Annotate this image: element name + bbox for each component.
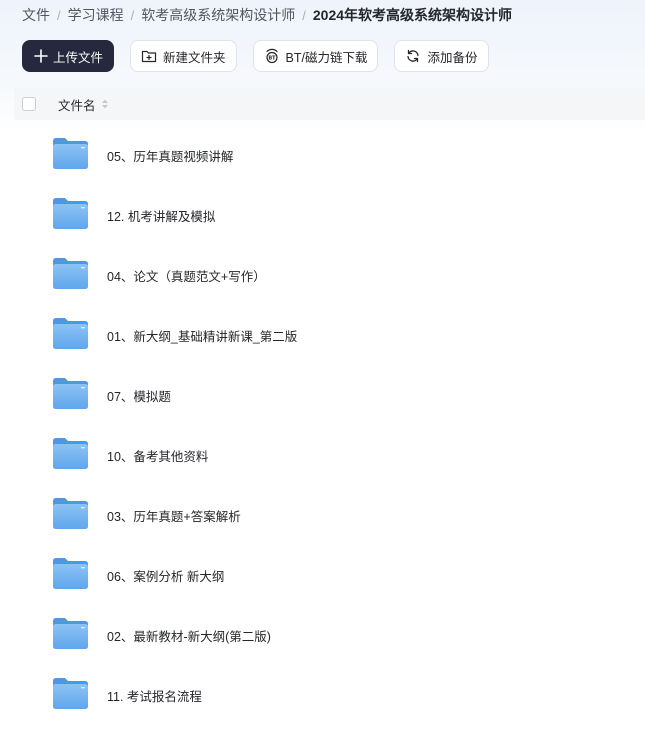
folder-row[interactable]: 02、最新教材-新大纲(第二版) — [0, 604, 645, 664]
plus-icon — [33, 48, 49, 64]
folder-icon[interactable] — [52, 257, 89, 290]
folder-name[interactable]: 12. 机考讲解及模拟 — [107, 206, 215, 225]
toolbar: 上传文件 新建文件夹 BT BT/磁力链下载 添加备份 — [22, 40, 489, 72]
breadcrumb-current: 2024年软考高级系统架构设计师 — [312, 7, 513, 23]
file-manager-page: 文件 / 学习课程 / 软考高级系统架构设计师 / 2024年软考高级系统架构设… — [0, 0, 645, 735]
folder-name[interactable]: 11. 考试报名流程 — [107, 686, 202, 705]
bt-button-label: BT/磁力链下载 — [285, 50, 368, 65]
breadcrumb-item-architect[interactable]: 软考高级系统架构设计师 — [141, 5, 295, 25]
breadcrumb-item-files[interactable]: 文件 — [22, 5, 50, 25]
new-folder-icon — [141, 48, 157, 64]
folder-row[interactable]: 05、历年真题视频讲解 — [0, 124, 645, 184]
breadcrumb-separator: / — [130, 7, 135, 23]
folder-icon[interactable] — [52, 197, 89, 230]
folder-row[interactable]: 07、模拟题 — [0, 364, 645, 424]
folder-icon[interactable] — [52, 617, 89, 650]
column-header-name-label: 文件名 — [58, 98, 96, 113]
column-header-name[interactable]: 文件名 — [58, 95, 109, 114]
folder-name[interactable]: 03、历年真题+答案解析 — [107, 506, 241, 525]
list-header: 文件名 — [14, 88, 645, 120]
add-backup-button-label: 添加备份 — [427, 50, 478, 65]
bt-icon: BT — [264, 48, 280, 64]
folder-name[interactable]: 02、最新教材-新大纲(第二版) — [107, 626, 271, 645]
sync-icon — [405, 48, 421, 64]
folder-row[interactable]: 10、备考其他资料 — [0, 424, 645, 484]
folder-row[interactable]: 12. 机考讲解及模拟 — [0, 184, 645, 244]
breadcrumb-separator: / — [302, 7, 306, 23]
select-all-checkbox[interactable] — [22, 97, 36, 111]
folder-name[interactable]: 06、案例分析 新大纲 — [107, 566, 224, 585]
folder-name[interactable]: 10、备考其他资料 — [107, 446, 208, 465]
folder-name[interactable]: 04、论文（真题范文+写作） — [107, 266, 266, 285]
upload-button[interactable]: 上传文件 — [22, 40, 115, 72]
folder-icon[interactable] — [52, 137, 89, 170]
folder-icon[interactable] — [52, 317, 89, 350]
bt-magnet-download-button[interactable]: BT BT/磁力链下载 — [252, 40, 379, 72]
folder-icon[interactable] — [52, 497, 89, 530]
folder-icon[interactable] — [52, 437, 89, 470]
folder-name[interactable]: 07、模拟题 — [107, 386, 171, 405]
breadcrumb-separator: / — [57, 7, 61, 23]
folder-row[interactable]: 01、新大纲_基础精讲新课_第二版 — [0, 304, 645, 364]
folder-list: 05、历年真题视频讲解 12. 机考讲解及模拟 04、论文（真题范文+写作） 01、新… — [0, 124, 645, 724]
svg-text:BT: BT — [268, 55, 276, 61]
folder-icon[interactable] — [52, 557, 89, 590]
folder-row[interactable]: 04、论文（真题范文+写作） — [0, 244, 645, 304]
folder-row[interactable]: 06、案例分析 新大纲 — [0, 544, 645, 604]
breadcrumb-item-courses[interactable]: 学习课程 — [68, 5, 124, 25]
folder-name[interactable]: 05、历年真题视频讲解 — [107, 146, 233, 165]
folder-icon[interactable] — [52, 677, 89, 710]
add-backup-button[interactable]: 添加备份 — [394, 40, 489, 72]
new-folder-button[interactable]: 新建文件夹 — [130, 40, 237, 72]
breadcrumb: 文件 / 学习课程 / 软考高级系统架构设计师 / 2024年软考高级系统架构设… — [22, 5, 512, 25]
folder-name[interactable]: 01、新大纲_基础精讲新课_第二版 — [107, 326, 297, 345]
folder-row[interactable]: 11. 考试报名流程 — [0, 664, 645, 724]
upload-button-label: 上传文件 — [53, 50, 104, 65]
new-folder-button-label: 新建文件夹 — [163, 50, 226, 65]
sort-icon[interactable] — [101, 98, 109, 110]
folder-icon[interactable] — [52, 377, 89, 410]
folder-row[interactable]: 03、历年真题+答案解析 — [0, 484, 645, 544]
